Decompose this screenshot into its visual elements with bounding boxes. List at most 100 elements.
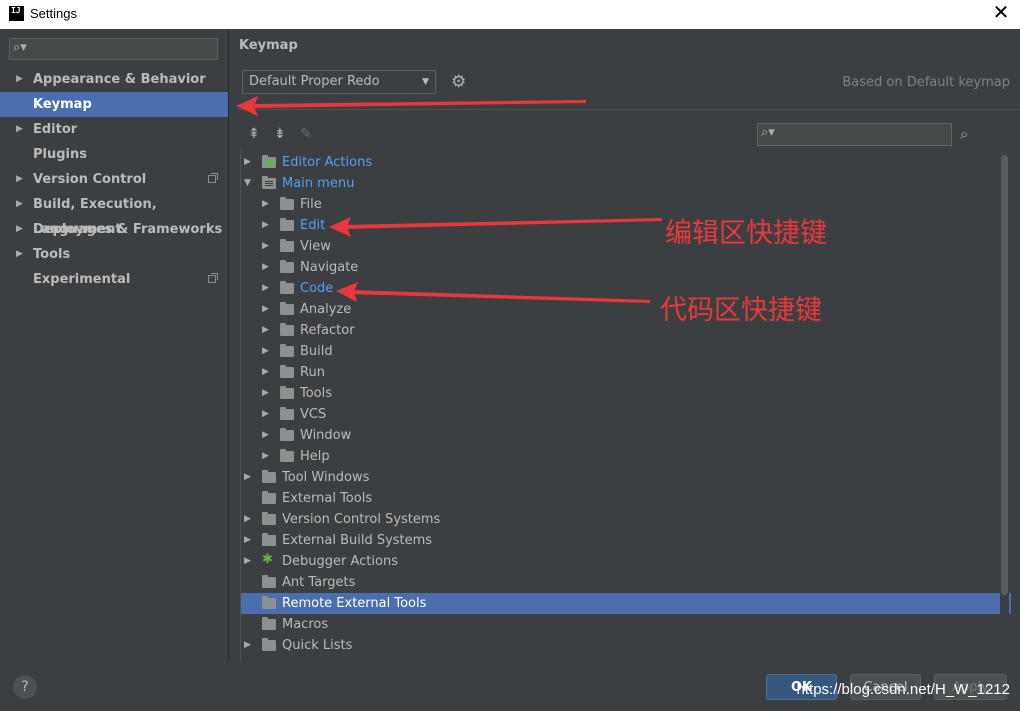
- tree-row[interactable]: ▶ Quick Lists: [241, 635, 1011, 656]
- folder-icon: [280, 428, 294, 441]
- folder-icon: [262, 596, 276, 609]
- tree-row[interactable]: ▶ Tools: [241, 383, 1011, 404]
- tree-row[interactable]: Ant Targets: [241, 572, 1011, 593]
- chevron-right-icon[interactable]: ▶: [262, 383, 269, 404]
- chevron-right-icon[interactable]: ▶: [262, 215, 269, 236]
- tree-row[interactable]: ▶ View: [241, 236, 1011, 257]
- chevron-right-icon[interactable]: ▶: [16, 117, 23, 142]
- sidebar-item-tools[interactable]: ▶ Tools: [0, 242, 228, 267]
- chevron-right-icon[interactable]: ▶: [244, 467, 251, 488]
- tree-row[interactable]: ▶ Editor Actions: [241, 152, 1011, 173]
- tree-row[interactable]: ▼ Main menu: [241, 173, 1011, 194]
- intellij-app-icon: IJ: [9, 6, 24, 21]
- chevron-right-icon[interactable]: ▶: [244, 635, 251, 656]
- collapse-all-icon[interactable]: ⇟: [274, 126, 286, 142]
- sidebar-item-experimental[interactable]: Experimental: [0, 267, 228, 292]
- sidebar-item-build-execution-deployment[interactable]: ▶ Build, Execution, Deployment: [0, 192, 228, 237]
- close-icon[interactable]: ✕: [990, 2, 1012, 24]
- chevron-right-icon[interactable]: ▶: [262, 194, 269, 215]
- tree-row[interactable]: ▶ Help: [241, 446, 1011, 467]
- sidebar-item-keymap[interactable]: Keymap: [0, 92, 228, 117]
- tree-row[interactable]: ▶ Analyze: [241, 299, 1011, 320]
- sidebar-item-languages-frameworks[interactable]: ▶ Languages & Frameworks: [0, 217, 228, 242]
- tree-row[interactable]: ▶ Refactor: [241, 320, 1011, 341]
- folder-icon: [280, 407, 294, 420]
- tree-row[interactable]: ▶ File: [241, 194, 1011, 215]
- folder-icon: [280, 281, 294, 294]
- sidebar-item-plugins[interactable]: Plugins: [0, 142, 228, 167]
- tree-row-label: Ant Targets: [282, 575, 356, 590]
- chevron-right-icon[interactable]: ▶: [262, 425, 269, 446]
- tree-row[interactable]: ▶ VCS: [241, 404, 1011, 425]
- chevron-right-icon[interactable]: ▶: [262, 362, 269, 383]
- folder-icon: [262, 512, 276, 525]
- keymap-panel: Keymap Default Proper Redo ▼ ⚙ Based on …: [229, 29, 1020, 661]
- tree-row[interactable]: ▶ Navigate: [241, 257, 1011, 278]
- chevron-right-icon[interactable]: ▶: [244, 551, 251, 572]
- sidebar-item-label: Experimental: [33, 272, 131, 287]
- project-scope-icon: [208, 173, 218, 183]
- chevron-right-icon[interactable]: ▶: [244, 509, 251, 530]
- chevron-right-icon[interactable]: ▶: [262, 278, 269, 299]
- chevron-right-icon[interactable]: ▶: [262, 341, 269, 362]
- chevron-right-icon[interactable]: ▶: [262, 299, 269, 320]
- tree-row[interactable]: ▶ Run: [241, 362, 1011, 383]
- keymap-select[interactable]: Default Proper Redo ▼: [242, 70, 436, 94]
- gear-icon[interactable]: ⚙: [451, 72, 466, 92]
- chevron-right-icon[interactable]: ▶: [244, 152, 251, 173]
- tree-row[interactable]: External Tools: [241, 488, 1011, 509]
- tree-row[interactable]: ▶ Version Control Systems: [241, 509, 1011, 530]
- tree-row[interactable]: ▶ External Build Systems: [241, 530, 1011, 551]
- tree-row-label: Macros: [282, 617, 329, 632]
- watermark-text: https://blog.csdn.net/H_W_1212: [796, 681, 1010, 698]
- scrollbar-thumb[interactable]: [1001, 155, 1008, 595]
- window-title: Settings: [30, 6, 77, 21]
- chevron-right-icon[interactable]: ▶: [262, 236, 269, 257]
- tree-scrollbar[interactable]: [1000, 151, 1009, 661]
- chevron-right-icon[interactable]: ▶: [262, 446, 269, 467]
- tree-row-label: Editor Actions: [282, 155, 373, 170]
- tree-row[interactable]: ▶ Edit: [241, 215, 1011, 236]
- tree-row-label: File: [300, 197, 322, 212]
- tree-row-label: Build: [300, 344, 333, 359]
- folder-icon: [262, 638, 276, 651]
- sidebar-item-appearance-behavior[interactable]: ▶ Appearance & Behavior: [0, 67, 228, 92]
- dialog-footer: ? OK Cancel Apply https://blog.csdn.net/…: [0, 661, 1020, 711]
- tree-row[interactable]: ▶ Code: [241, 278, 1011, 299]
- tree-row[interactable]: Remote External Tools: [241, 593, 1011, 614]
- sidebar-item-version-control[interactable]: ▶ Version Control: [0, 167, 228, 192]
- edit-pencil-icon[interactable]: ✎: [300, 126, 312, 142]
- help-button[interactable]: ?: [13, 675, 37, 699]
- chevron-right-icon[interactable]: ▶: [16, 217, 23, 242]
- tree-row-label: Refactor: [300, 323, 355, 338]
- tree-row[interactable]: ▶ ✱ Debugger Actions: [241, 551, 1011, 572]
- chevron-right-icon[interactable]: ▶: [16, 242, 23, 267]
- folder-icon: [262, 617, 276, 630]
- tree-row-label: External Build Systems: [282, 533, 433, 548]
- tree-row[interactable]: ▶ Window: [241, 425, 1011, 446]
- tree-row-label: Analyze: [300, 302, 352, 317]
- sidebar-item-label: Appearance & Behavior: [33, 72, 206, 87]
- sidebar-search-input[interactable]: ⌕▾: [9, 38, 218, 60]
- sidebar-item-editor[interactable]: ▶ Editor: [0, 117, 228, 142]
- tree-row[interactable]: Macros: [241, 614, 1011, 635]
- actions-tree: ▶ Editor Actions ▼ Main menu ▶ File ▶ Edit ▶ View…: [240, 151, 1011, 661]
- chevron-down-icon: ▼: [422, 77, 429, 87]
- chevron-right-icon[interactable]: ▶: [262, 320, 269, 341]
- chevron-right-icon[interactable]: ▶: [16, 192, 23, 217]
- folder-icon: [280, 218, 294, 231]
- chevron-right-icon[interactable]: ▶: [16, 67, 23, 92]
- tree-row[interactable]: ▶ Build: [241, 341, 1011, 362]
- find-by-shortcut-icon[interactable]: ⌕: [960, 125, 968, 143]
- expand-all-icon[interactable]: ⇞: [248, 126, 260, 142]
- page-title: Keymap: [239, 38, 298, 53]
- tree-row[interactable]: ▶ Tool Windows: [241, 467, 1011, 488]
- chevron-right-icon[interactable]: ▶: [262, 404, 269, 425]
- chevron-right-icon[interactable]: ▶: [262, 257, 269, 278]
- folder-icon: [280, 197, 294, 210]
- chevron-down-icon[interactable]: ▼: [244, 173, 251, 194]
- code-annotation-label: 代码区快捷键: [660, 295, 822, 326]
- chevron-right-icon[interactable]: ▶: [16, 167, 23, 192]
- chevron-right-icon[interactable]: ▶: [244, 530, 251, 551]
- action-search-input[interactable]: ⌕▾: [757, 123, 952, 146]
